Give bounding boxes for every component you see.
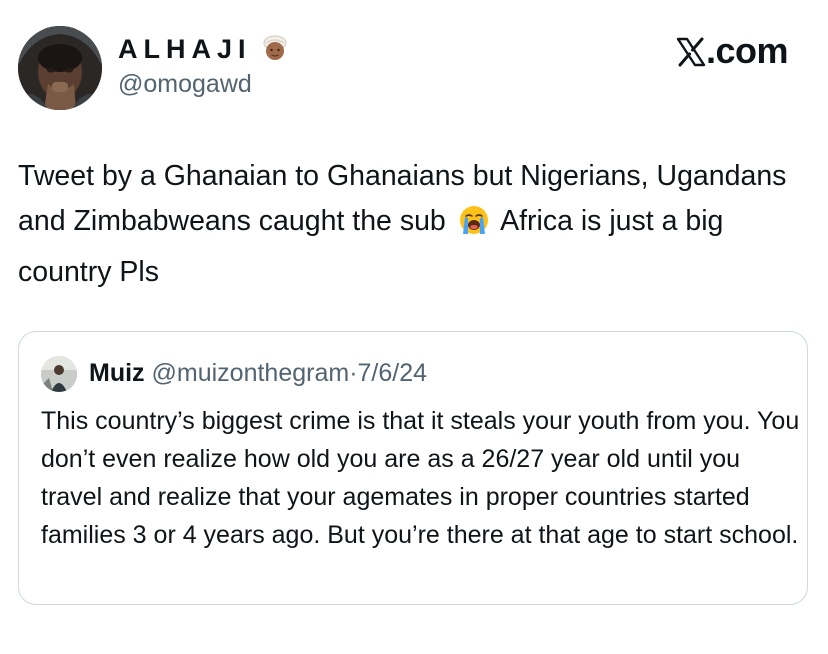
display-name-text: ALHAJI	[118, 34, 252, 64]
meta-separator: ·	[349, 359, 358, 387]
quoted-author-handle[interactable]: @muizonthegram	[152, 359, 350, 387]
author-avatar[interactable]	[18, 26, 102, 110]
avatar-photo	[18, 26, 102, 110]
quoted-author-avatar[interactable]	[41, 356, 77, 392]
author-display-name[interactable]: ALHAJI	[118, 34, 289, 69]
quoted-text: This country’s biggest crime is that it …	[41, 407, 800, 549]
quoted-tweet-card[interactable]: Muiz @muizonthegram·7/6/24 This country’…	[18, 331, 808, 605]
quoted-author-name[interactable]: Muiz	[89, 359, 145, 387]
quoted-header: Muiz @muizonthegram·7/6/24	[89, 359, 427, 388]
site-watermark: .com	[676, 30, 789, 76]
author-handle[interactable]: @omogawd	[118, 70, 252, 99]
person-with-turban-emoji-icon	[261, 34, 289, 69]
tweet-text: Tweet by a Ghanaian to Ghanaians but Nig…	[18, 154, 818, 295]
loudly-crying-face-emoji-icon	[458, 204, 490, 250]
quoted-date[interactable]: 7/6/24	[358, 359, 428, 387]
tweet-screenshot: ALHAJI @omogawd .com Tweet by a Ghanaian…	[0, 0, 828, 654]
x-logo-icon	[676, 34, 706, 76]
site-label-text: .com	[705, 30, 789, 71]
quoted-avatar-photo	[41, 356, 77, 392]
